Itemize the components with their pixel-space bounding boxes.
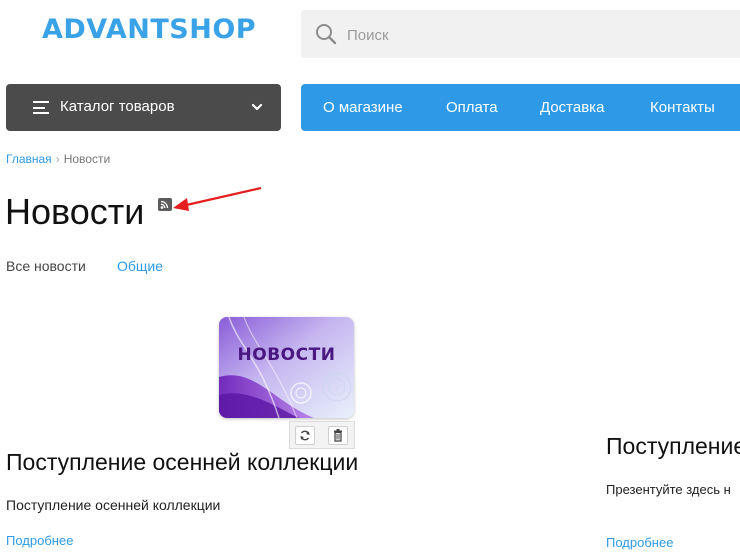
tab-general[interactable]: Общие: [117, 258, 163, 274]
read-more-link[interactable]: Подробнее: [606, 535, 673, 550]
chevron-down-icon: [251, 103, 263, 111]
annotation-arrow: [173, 186, 262, 211]
image-caption: НОВОСТИ: [237, 345, 336, 365]
news-image[interactable]: НОВОСТИ: [219, 317, 354, 418]
breadcrumb: Главная › Новости: [6, 152, 110, 166]
menu-icon: [33, 101, 49, 114]
news-summary: Поступление осенней коллекции: [6, 497, 221, 513]
read-more-link[interactable]: Подробнее: [6, 533, 73, 548]
menu-item-contacts[interactable]: Контакты: [650, 99, 715, 116]
breadcrumb-current: Новости: [63, 152, 111, 166]
search-input[interactable]: [345, 10, 729, 60]
tab-all-news[interactable]: Все новости: [6, 258, 86, 274]
menu-item-delivery[interactable]: Доставка: [540, 99, 604, 116]
refresh-button[interactable]: [295, 426, 315, 445]
top-menu: О магазине Оплата Доставка Контакты: [301, 84, 740, 131]
search-box[interactable]: [301, 10, 740, 60]
news-title[interactable]: Поступление: [606, 433, 740, 460]
site-logo[interactable]: ADVANTSHOP: [42, 14, 256, 45]
page-title: Новости: [5, 191, 145, 232]
menu-item-about[interactable]: О магазине: [323, 99, 403, 116]
news-title[interactable]: Поступление осенней коллекции: [6, 449, 358, 476]
delete-button[interactable]: [328, 426, 348, 445]
catalog-label: Каталог товаров: [60, 98, 175, 115]
menu-item-payment[interactable]: Оплата: [446, 99, 498, 116]
search-icon[interactable]: [315, 23, 337, 45]
breadcrumb-separator: ›: [55, 152, 60, 166]
breadcrumb-home[interactable]: Главная: [6, 152, 52, 166]
image-tools: [289, 421, 355, 449]
catalog-menu-button[interactable]: Каталог товаров: [6, 84, 281, 131]
news-summary: Презентуйте здесь н: [606, 482, 731, 497]
